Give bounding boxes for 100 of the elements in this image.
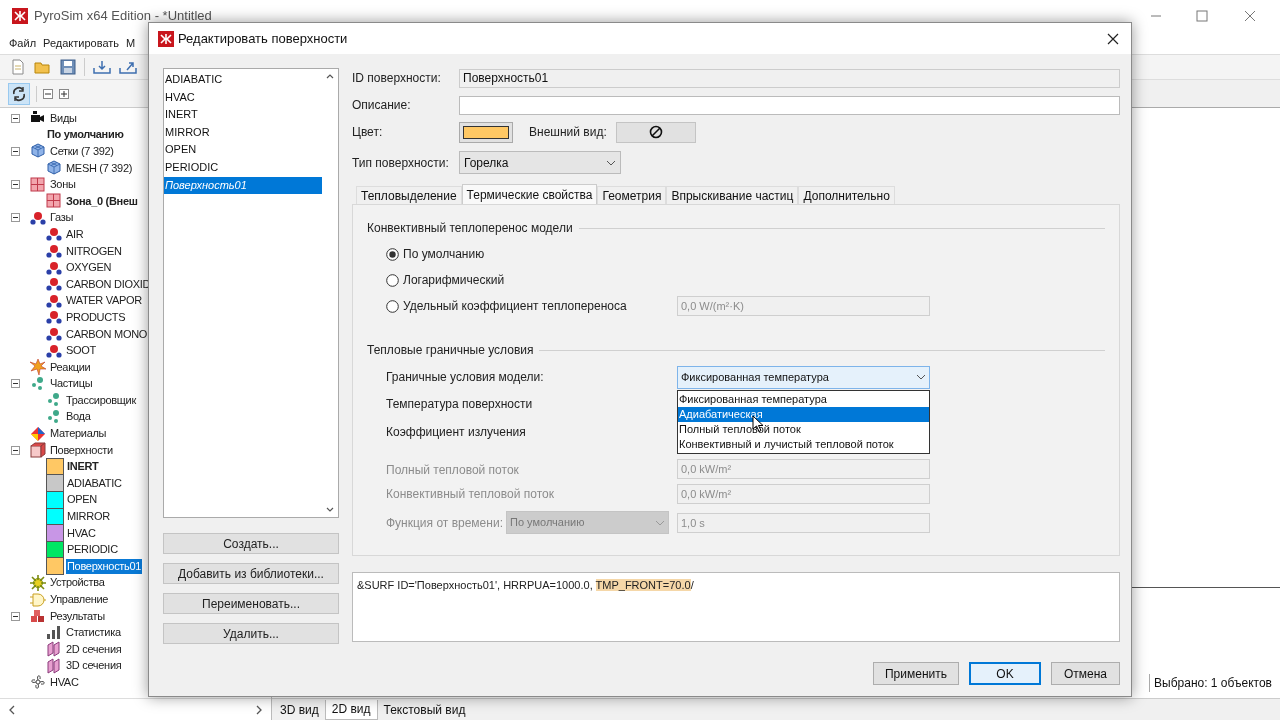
molecule-icon	[46, 243, 62, 260]
radio-unselected[interactable]	[386, 299, 399, 313]
tree-item[interactable]: Газы	[49, 210, 75, 226]
tree-item[interactable]: SOOT	[65, 343, 97, 359]
tree-item[interactable]: OPEN	[66, 492, 98, 508]
tree-item[interactable]: Устройства	[49, 575, 106, 591]
tree-item[interactable]: Реакции	[49, 359, 92, 375]
sync-button[interactable]	[8, 82, 30, 105]
tree-item[interactable]: HVAC	[66, 525, 97, 541]
collapse-toggle[interactable]	[11, 611, 20, 621]
tree-item[interactable]: MESH (7 392)	[65, 160, 134, 176]
close-icon[interactable]	[1107, 32, 1119, 45]
list-button[interactable]: Добавить из библиотеки...	[163, 563, 339, 584]
tree-item[interactable]: Поверхность01	[66, 558, 143, 574]
list-button[interactable]: Удалить...	[163, 623, 339, 644]
tree-item[interactable]: HVAC	[49, 675, 80, 690]
tree-item[interactable]: Виды	[49, 110, 78, 126]
scroll-up-icon[interactable]	[326, 73, 334, 79]
tree-item[interactable]: Материалы	[49, 426, 108, 442]
list-item[interactable]: Поверхность01	[164, 176, 322, 195]
tab[interactable]: Геометрия	[597, 186, 667, 204]
field-label: Температура поверхности	[386, 395, 534, 413]
tree-item[interactable]: AIR	[65, 226, 85, 242]
radio-selected[interactable]	[386, 247, 399, 261]
molecule-icon	[46, 326, 62, 342]
tree-item[interactable]: PRODUCTS	[65, 309, 127, 325]
dialog-button[interactable]: Отмена	[1051, 662, 1120, 685]
dropdown-option[interactable]: Фиксированная температура	[678, 391, 929, 407]
tree-item[interactable]: WATER VAPOR	[65, 293, 143, 309]
tree-item[interactable]: Сетки (7 392)	[49, 144, 115, 159]
import-icon[interactable]	[93, 59, 111, 75]
tree-item[interactable]: Частицы	[49, 376, 94, 392]
tree-item[interactable]: MIRROR	[66, 509, 111, 525]
tree-item[interactable]: По умолчанию	[46, 127, 125, 143]
tree-item[interactable]: 3D сечения	[65, 658, 123, 674]
tree-item[interactable]: Результаты	[49, 608, 106, 624]
description-field[interactable]	[459, 95, 1120, 115]
collapse-toggle[interactable]	[11, 379, 20, 389]
tree-item[interactable]: Вода	[65, 409, 92, 425]
expand-all-icon[interactable]	[59, 88, 69, 99]
field-label: Полный тепловой поток	[386, 462, 520, 479]
tree-item[interactable]: INERT	[66, 459, 100, 475]
collapse-toggle[interactable]	[11, 113, 20, 123]
collapse-toggle[interactable]	[11, 445, 20, 455]
appearance-button[interactable]	[616, 121, 696, 143]
field-label: Граничные условия модели:	[386, 369, 545, 386]
molecule-icon	[46, 226, 62, 243]
gear-icon	[30, 574, 46, 591]
boundary-select[interactable]: Фиксированная температура	[677, 365, 930, 389]
collapse-all-icon[interactable]	[43, 88, 53, 99]
dropdown-option[interactable]: Адиабатическая	[678, 406, 929, 422]
list-item[interactable]: ADIABATIC	[164, 71, 322, 89]
tree-item[interactable]: Управление	[49, 592, 110, 607]
menu-item[interactable]: М	[126, 34, 136, 52]
list-item[interactable]: MIRROR	[164, 123, 322, 142]
tree-item[interactable]: Статистика	[65, 625, 122, 641]
id-field[interactable]: Поверхность01	[459, 68, 1120, 88]
maximize-icon[interactable]	[1196, 10, 1208, 22]
select-value: Фиксированная температура	[681, 369, 829, 385]
collapse-toggle[interactable]	[11, 147, 20, 156]
list-item[interactable]: INERT	[164, 106, 322, 124]
tab[interactable]: Дополнительно	[798, 186, 895, 204]
chevron-down-icon	[606, 159, 616, 166]
tree-item[interactable]: Поверхности	[49, 442, 114, 458]
app-logo-icon	[158, 30, 174, 47]
tree-item[interactable]: ADIABATIC	[66, 475, 123, 491]
tree-item[interactable]: Трассировщик	[65, 392, 137, 408]
molecule-icon	[46, 292, 62, 309]
list-item[interactable]: PERIODIC	[164, 158, 322, 177]
tree-item[interactable]: 2D сечения	[65, 641, 123, 657]
menu-item[interactable]: Файл	[9, 34, 37, 52]
menu-item[interactable]: Редактировать	[43, 34, 120, 52]
collapse-toggle[interactable]	[11, 180, 20, 190]
tree-item[interactable]: Зоны	[49, 177, 77, 193]
export-icon[interactable]	[119, 59, 137, 75]
collapse-toggle[interactable]	[11, 213, 20, 223]
type-select[interactable]: Горелка	[459, 151, 621, 174]
view-tab[interactable]: 2D вид	[324, 699, 378, 720]
tree-item[interactable]: NITROGEN	[65, 243, 123, 259]
list-item[interactable]: HVAC	[164, 88, 322, 107]
tab[interactable]: Термические свойства	[461, 184, 598, 204]
tree-item[interactable]: OXYGEN	[65, 260, 113, 276]
scroll-left-icon[interactable]	[8, 704, 16, 715]
chevron-down-icon	[655, 519, 665, 526]
tree-item[interactable]: Зона_0 (Внеш	[65, 193, 139, 209]
list-button[interactable]: Создать...	[163, 533, 339, 554]
radio-unselected[interactable]	[386, 273, 399, 287]
dialog-button[interactable]: Применить	[873, 662, 959, 685]
tree-item[interactable]: PERIODIC	[66, 542, 119, 558]
list-item[interactable]: OPEN	[164, 141, 322, 159]
tab[interactable]: Тепловыделение	[356, 186, 462, 204]
scroll-down-icon[interactable]	[326, 507, 334, 513]
save-icon[interactable]	[60, 59, 76, 75]
dropdown-option[interactable]: Конвективный и лучистый тепловой поток	[678, 436, 929, 452]
list-button[interactable]: Переименовать...	[163, 593, 339, 614]
scroll-right-icon[interactable]	[255, 704, 263, 715]
tab[interactable]: Впрыскивание частиц	[666, 186, 799, 204]
dots-icon	[30, 375, 46, 392]
tree-item[interactable]: CARBON MONO	[65, 326, 149, 342]
dialog-button[interactable]: OK	[969, 662, 1041, 685]
